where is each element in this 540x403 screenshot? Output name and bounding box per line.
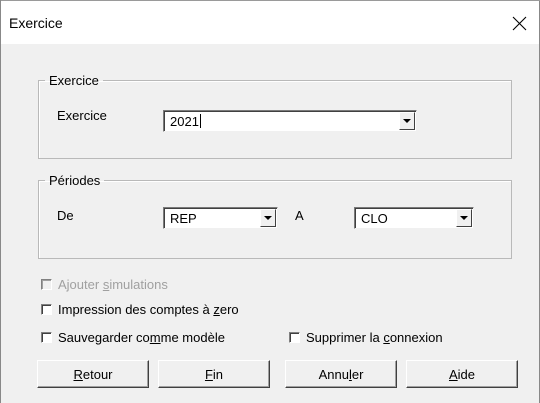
close-icon: [512, 16, 526, 30]
title-bar: Exercice: [1, 1, 539, 44]
checkbox-box: [41, 278, 52, 290]
period-from-value: REP: [170, 211, 197, 226]
close-button[interactable]: [501, 5, 537, 41]
exercice-dropdown-button[interactable]: [399, 112, 415, 130]
text-caret: [199, 114, 201, 128]
chevron-down-icon: [264, 216, 272, 220]
exercice-value: 2021: [170, 114, 199, 129]
ajouter-simulations-label: Ajouter simulations: [58, 276, 168, 292]
period-to-combobox[interactable]: CLO: [354, 207, 474, 229]
window-title: Exercice: [9, 15, 63, 31]
periodes-group-legend: Périodes: [49, 173, 101, 188]
ajouter-simulations-checkbox[interactable]: Ajouter simulations: [41, 276, 168, 292]
checkbox-box: [41, 303, 52, 315]
chevron-down-icon: [403, 119, 411, 123]
sauvegarder-modele-checkbox[interactable]: Sauvegarder comme modèle: [41, 329, 225, 345]
impression-zero-label: Impression des comptes à zero: [58, 301, 239, 317]
fin-button[interactable]: Fin: [158, 360, 270, 388]
period-to-value: CLO: [361, 211, 388, 226]
aide-button[interactable]: Aide: [406, 360, 518, 388]
exercice-combobox[interactable]: 2021: [163, 110, 417, 132]
checkbox-box: [289, 331, 300, 343]
period-from-combobox[interactable]: REP: [163, 207, 278, 229]
annuler-button[interactable]: Annu l er: [285, 360, 397, 388]
period-to-dropdown-button[interactable]: [456, 209, 472, 227]
exercice-field-label: Exercice: [57, 108, 107, 123]
sauvegarder-modele-label: Sauvegarder comme modèle: [58, 329, 225, 345]
dialog-window: Exercice Exercice Exercice 2021 Périodes…: [0, 0, 540, 403]
checkbox-box: [41, 331, 52, 343]
supprimer-connexion-checkbox[interactable]: Supprimer la connexion: [289, 329, 443, 345]
exercice-group-legend: Exercice: [49, 73, 99, 88]
period-to-label: A: [295, 208, 304, 223]
chevron-down-icon: [460, 216, 468, 220]
period-from-dropdown-button[interactable]: [260, 209, 276, 227]
impression-zero-checkbox[interactable]: Impression des comptes à zero: [41, 301, 239, 317]
period-from-label: De: [57, 208, 74, 223]
retour-button[interactable]: Retour: [37, 360, 149, 388]
supprimer-connexion-label: Supprimer la connexion: [306, 329, 443, 345]
